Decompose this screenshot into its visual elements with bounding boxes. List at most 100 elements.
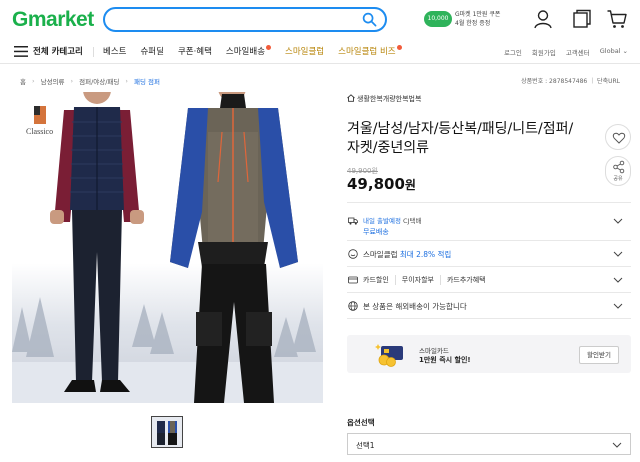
card-benefit-tab[interactable]: 무이자할부 [394,275,440,285]
nav-item[interactable]: 베스트 [103,45,126,57]
logo-text: market [27,8,94,31]
get-discount-button[interactable]: 할인받기 [579,346,619,364]
favorite-button[interactable] [605,124,631,150]
breadcrumb-separator-icon: › [70,77,74,85]
nav-bar: 전체 카테고리 베스트 슈퍼딜 쿠폰·혜택 스마일배송 스마일클럽 스마일클럽 비즈 로그… [0,40,640,64]
smile-card-promo: 스마일카드 1만원 즉시 할인! 할인받기 [347,335,631,373]
option-label: 옵션선택 [347,418,375,427]
breadcrumb-item[interactable]: 남성의류 [41,76,65,86]
coupon-promo-line2: 4월 한정 증정 [455,20,491,27]
utility-link[interactable]: 로그인 [504,47,522,57]
price-value: 49,800 [347,175,405,193]
breadcrumb: 홈 › 남성의류 › 점퍼/야상/패딩 › 패딩 점퍼 [20,76,160,86]
card-benefits-row[interactable]: 카드할인 무이자할부 카드추가혜택 [347,266,631,292]
heart-icon [612,132,626,144]
breadcrumb-separator-icon: › [31,77,35,85]
thumbnail-image [152,417,182,447]
nav-item-label: 스마일배송 [225,47,266,57]
brand-mark-text: Classico [26,127,53,136]
smile-club-text: 스마일클럽 최대 2.8% 적립 [363,249,451,260]
card-benefit-tab[interactable]: 카드할인 [363,275,395,285]
breadcrumb-item[interactable]: 점퍼/야상/패딩 [79,76,119,86]
chevron-down-icon [612,442,622,448]
shipping-carrier: CJ택배 [403,217,422,225]
utility-link[interactable]: 고객센터 [566,47,590,57]
free-shipping: 무료배송 [363,228,389,236]
product-photo: Classico [12,92,323,403]
nav-item[interactable]: 슈퍼딜 [140,45,163,57]
overseas-shipping-row[interactable]: 본 상품은 해외배송이 가능합니다 [347,292,631,318]
share-icon [613,160,625,174]
utility-links: 로그인 회원가입 고객센터 Global ⌄ [494,47,628,57]
utility-link[interactable]: 회원가입 [532,47,556,57]
menu-icon[interactable] [14,46,28,57]
chevron-down-icon [613,218,623,224]
chevron-down-icon [613,251,623,257]
smile-card-subtitle: 1만원 즉시 할인! [419,356,471,364]
store-link[interactable]: 생활한복개량한복법복 [347,94,421,104]
divider [347,202,631,203]
shipping-row[interactable]: 내일 출발예정 CJ택배 무료배송 [347,208,631,240]
search-box[interactable] [103,7,387,32]
smile-club-value: 최대 2.8% 적립 [399,250,452,259]
truck-icon [348,217,358,225]
coupon-promo-text: G마켓 1만원 쿠폰 4월 한정 증정 [455,10,500,28]
smile-icon [348,249,358,259]
option-select[interactable]: 선택1 [347,433,631,455]
option-selected-value: 선택1 [356,441,375,450]
top-header: Gmarket 10,000 G마켓 1만원 쿠폰 4월 한정 증정 [0,0,640,40]
globe-icon [348,301,358,311]
breadcrumb-item[interactable]: 홈 [20,76,26,86]
search-icon[interactable] [362,12,377,27]
store-name: 생활한복개량한복법복 [357,95,422,103]
product-number: 상품번호 : 2878547486 ｜ 단축URL [521,78,620,85]
price-unit: 원 [404,178,416,192]
nav-item[interactable]: 스마일클럽 비즈 [338,45,402,57]
nav-item-label: 스마일클럽 [285,47,325,57]
smile-card-title: 스마일카드 [419,347,449,355]
nav-item-label: 베스트 [103,47,127,57]
nav-divider [93,47,94,57]
nav-item-label: 쿠폰·혜택 [177,47,212,57]
all-categories-button[interactable]: 전체 카테고리 [33,45,83,57]
utility-link[interactable]: Global ⌄ [600,47,628,57]
card-benefit-tabs: 카드할인 무이자할부 카드추가혜택 [363,275,492,285]
coupon-promo[interactable]: 10,000 G마켓 1만원 쿠폰 4월 한정 증정 [424,10,500,30]
user-icon[interactable] [532,8,554,30]
cart-icon[interactable] [606,8,628,30]
new-badge-dot [396,45,402,50]
home-icon [347,94,355,102]
smile-club-label: 스마일클럽 [363,250,398,259]
sale-price: 49,800원 [347,175,416,193]
nav-item-label: 스마일클럽 비즈 [338,47,396,57]
smile-club-row[interactable]: 스마일클럽 최대 2.8% 적립 [347,240,631,266]
share-button[interactable]: 공유 [605,156,631,186]
shipping-date: 내일 출발예정 CJ택배 [363,215,421,225]
nav-item-label: 슈퍼딜 [140,47,164,57]
nav-item[interactable]: 쿠폰·혜택 [178,45,212,57]
chevron-down-icon [613,277,623,283]
gmarket-logo[interactable]: Gmarket [12,8,94,32]
product-title: 겨울/남성/남자/등산복/패딩/니트/점퍼/자켓/중년의류 [347,121,574,156]
share-label: 공유 [613,176,623,182]
coin-card-icon [375,344,403,367]
card-benefit-tab[interactable]: 카드추가혜택 [439,275,492,285]
nav-item[interactable]: 스마일배송 [225,45,272,57]
breadcrumb-separator-icon: › [125,77,128,85]
shipping-date-text: 내일 출발예정 [363,217,401,225]
card-icon [348,276,358,284]
recent-view-icon[interactable] [571,8,593,30]
search-input[interactable] [115,12,345,27]
new-badge-dot [266,45,272,50]
divider [347,318,631,319]
product-thumbnail[interactable] [151,416,183,448]
nav-item[interactable]: 스마일클럽 [285,45,324,57]
nav-menu: 베스트 슈퍼딜 쿠폰·혜택 스마일배송 스마일클럽 스마일클럽 비즈 [103,45,416,57]
logo-g: G [12,8,28,31]
breadcrumb-item[interactable]: 패딩 점퍼 [134,76,160,86]
main-product-image[interactable]: Classico [12,92,323,403]
overseas-shipping-text: 본 상품은 해외배송이 가능합니다 [363,302,467,311]
chevron-down-icon [613,303,623,309]
coupon-badge: 10,000 [424,11,452,27]
coupon-promo-line1: G마켓 1만원 쿠폰 [455,11,501,18]
